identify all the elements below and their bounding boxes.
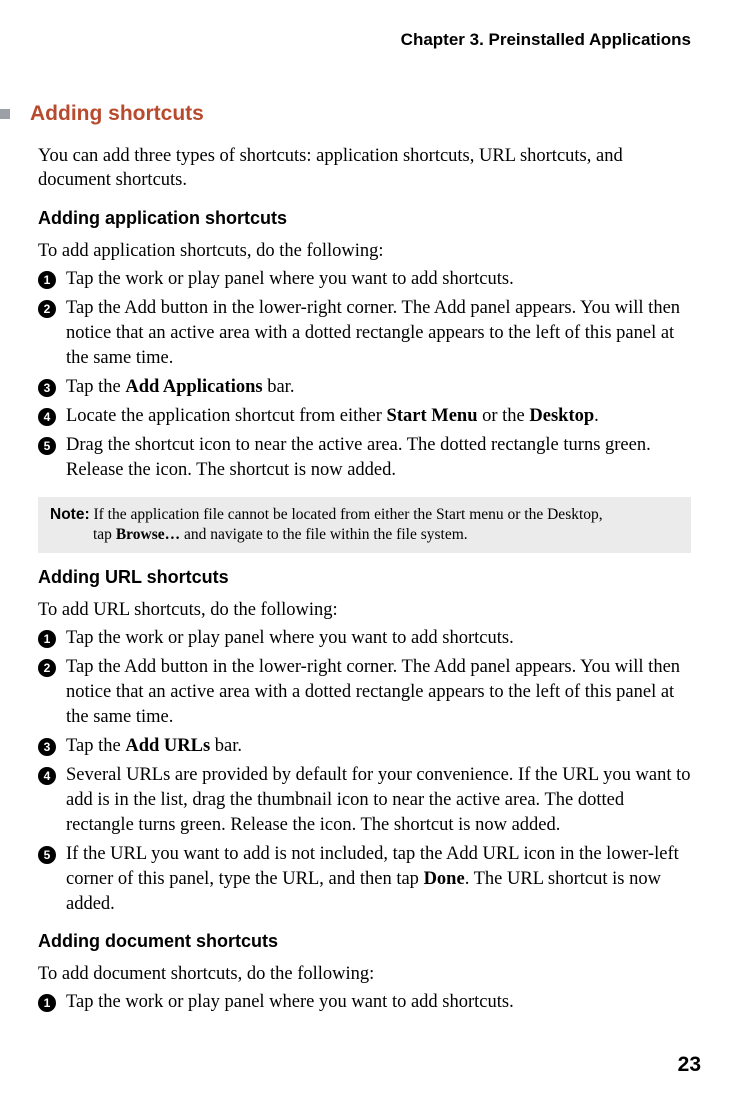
sub1-step-1: 1 Tap the work or play panel where you w… <box>38 267 691 292</box>
circled-number-icon: 3 <box>38 738 56 756</box>
text-run: bar. <box>210 736 242 756</box>
circled-number-icon: 3 <box>38 379 56 397</box>
bold-run: Add Applications <box>125 377 262 397</box>
sub3-intro: To add document shortcuts, do the follow… <box>38 962 691 986</box>
text-run: Tap the <box>66 736 125 756</box>
bold-run: Add URLs <box>125 736 210 756</box>
square-bullet-icon <box>0 109 10 119</box>
bold-run: Browse… <box>116 526 180 543</box>
step-text: Several URLs are provided by default for… <box>66 763 691 838</box>
step-text: Tap the work or play panel where you wan… <box>66 626 691 651</box>
text-run: tap <box>93 526 116 543</box>
note-box: Note: If the application file cannot be … <box>38 497 691 553</box>
step-text: Locate the application shortcut from eit… <box>66 404 691 429</box>
step-text: Drag the shortcut icon to near the activ… <box>66 433 691 483</box>
section-title: Adding shortcuts <box>30 102 204 126</box>
circled-number-icon: 1 <box>38 994 56 1012</box>
text-run: Tap the <box>66 377 125 397</box>
circled-number-icon: 5 <box>38 846 56 864</box>
step-text: Tap the Add button in the lower-right co… <box>66 655 691 730</box>
note-label: Note: <box>50 506 90 523</box>
sub1-step-5: 5 Drag the shortcut icon to near the act… <box>38 433 691 483</box>
circled-number-icon: 2 <box>38 300 56 318</box>
sub3-heading: Adding document shortcuts <box>38 931 691 952</box>
content-area: You can add three types of shortcuts: ap… <box>38 144 701 1015</box>
circled-number-icon: 2 <box>38 659 56 677</box>
text-run: bar. <box>263 377 295 397</box>
step-text: Tap the Add button in the lower-right co… <box>66 296 691 371</box>
bold-run: Desktop <box>529 406 594 426</box>
sub2-intro: To add URL shortcuts, do the following: <box>38 598 691 622</box>
text-run: . <box>594 406 599 426</box>
sub2-step-3: 3 Tap the Add URLs bar. <box>38 734 691 759</box>
sub1-step-3: 3 Tap the Add Applications bar. <box>38 375 691 400</box>
text-run: or the <box>478 406 530 426</box>
sub2-step-2: 2 Tap the Add button in the lower-right … <box>38 655 691 730</box>
step-text: If the URL you want to add is not includ… <box>66 842 691 917</box>
sub2-heading: Adding URL shortcuts <box>38 567 691 588</box>
text-run: and navigate to the file within the file… <box>180 526 468 543</box>
circled-number-icon: 4 <box>38 767 56 785</box>
chapter-header: Chapter 3. Preinstalled Applications <box>0 30 701 50</box>
circled-number-icon: 4 <box>38 408 56 426</box>
step-text: Tap the Add URLs bar. <box>66 734 691 759</box>
sub1-step-2: 2 Tap the Add button in the lower-right … <box>38 296 691 371</box>
bold-run: Done <box>424 869 465 889</box>
sub2-step-1: 1 Tap the work or play panel where you w… <box>38 626 691 651</box>
sub1-intro: To add application shortcuts, do the fol… <box>38 239 691 263</box>
sub1-step-4: 4 Locate the application shortcut from e… <box>38 404 691 429</box>
sub3-step-1: 1 Tap the work or play panel where you w… <box>38 990 691 1015</box>
section-heading-row: Adding shortcuts <box>0 102 701 126</box>
circled-number-icon: 5 <box>38 437 56 455</box>
bold-run: Start Menu <box>387 406 478 426</box>
page: Chapter 3. Preinstalled Applications Add… <box>0 0 741 1103</box>
text-run: Locate the application shortcut from eit… <box>66 406 387 426</box>
note-line2: tap Browse… and navigate to the file wit… <box>50 525 679 545</box>
sub2-step-5: 5 If the URL you want to add is not incl… <box>38 842 691 917</box>
page-number: 23 <box>678 1053 701 1077</box>
sub2-step-4: 4 Several URLs are provided by default f… <box>38 763 691 838</box>
step-text: Tap the work or play panel where you wan… <box>66 990 691 1015</box>
section-intro: You can add three types of shortcuts: ap… <box>38 144 691 192</box>
sub1-heading: Adding application shortcuts <box>38 208 691 229</box>
circled-number-icon: 1 <box>38 271 56 289</box>
step-text: Tap the work or play panel where you wan… <box>66 267 691 292</box>
step-text: Tap the Add Applications bar. <box>66 375 691 400</box>
circled-number-icon: 1 <box>38 630 56 648</box>
note-line1: If the application file cannot be locate… <box>90 506 603 523</box>
